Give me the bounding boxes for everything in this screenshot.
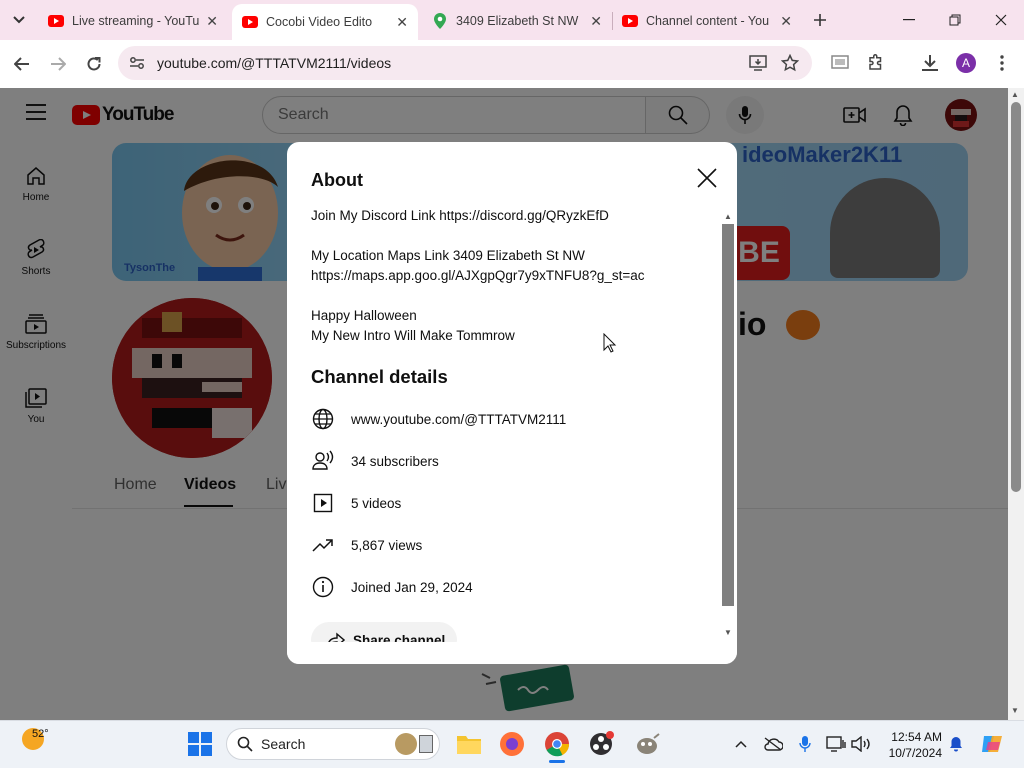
firefox-icon[interactable] [498, 730, 526, 758]
scroll-down-arrow-icon[interactable]: ▼ [1011, 706, 1019, 715]
scrollbar-thumb[interactable] [1011, 102, 1021, 492]
tab-search-button[interactable] [6, 8, 32, 32]
back-button[interactable] [8, 50, 36, 78]
description-line: My Location Maps Link 3409 Elizabeth St … [311, 248, 585, 263]
file-explorer-icon[interactable] [455, 730, 483, 758]
tab-title: 3409 Elizabeth St NW [456, 14, 579, 28]
maps-pin-icon [432, 13, 448, 29]
video-icon [311, 491, 335, 515]
close-tab-icon[interactable]: ✕ [206, 13, 218, 30]
display-network-icon[interactable] [826, 735, 846, 753]
taskbar-search[interactable]: Search [226, 728, 440, 760]
detail-row-url: www.youtube.com/@TTTATVM2111 [311, 407, 566, 431]
scroll-up-arrow-icon[interactable]: ▲ [1011, 90, 1019, 99]
close-window-button[interactable] [978, 0, 1024, 40]
profile-avatar[interactable]: A [956, 53, 976, 73]
reload-icon [87, 57, 101, 71]
dialog-scrollbar[interactable]: ▲ ▼ [721, 212, 735, 640]
chrome-icon[interactable] [543, 730, 571, 758]
detail-text: Joined Jan 29, 2024 [351, 579, 473, 595]
about-dialog: About Join My Discord Link https://disco… [287, 142, 737, 664]
description-line: Join My Discord Link https://discord.gg/… [311, 208, 609, 223]
install-app-icon[interactable] [747, 52, 769, 74]
detail-text[interactable]: www.youtube.com/@TTTATVM2111 [351, 412, 566, 427]
page-scrollbar[interactable]: ▲ ▼ [1008, 88, 1024, 720]
description-line: My New Intro Will Make Tommrow [311, 328, 515, 343]
clock-date: 10/7/2024 [888, 746, 942, 760]
forward-button[interactable] [44, 50, 72, 78]
volume-icon[interactable] [851, 735, 871, 753]
copilot-icon[interactable] [980, 732, 1004, 756]
close-tab-icon[interactable]: ✕ [396, 14, 408, 31]
close-tab-icon[interactable]: ✕ [590, 13, 602, 30]
tab-channel-content[interactable]: Channel content - You ✕ [612, 4, 802, 38]
microphone-tray-icon[interactable] [795, 735, 815, 753]
search-icon [237, 736, 253, 752]
taskbar-clock[interactable]: 12:54 AM 10/7/2024 [884, 729, 942, 761]
restore-icon [949, 14, 961, 26]
close-tab-icon[interactable]: ✕ [780, 13, 792, 30]
clock-time: 12:54 AM [891, 730, 942, 744]
scroll-up-arrow-icon[interactable]: ▲ [724, 212, 732, 221]
trending-icon [311, 533, 335, 557]
weather-temperature[interactable]: 52° [32, 728, 49, 740]
restore-button[interactable] [932, 0, 978, 40]
detail-text: 5 videos [351, 495, 402, 511]
detail-row-videos: 5 videos [311, 491, 401, 515]
tab-title: Channel content - You [646, 14, 770, 28]
dialog-title: About [311, 170, 363, 190]
close-dialog-button[interactable] [695, 166, 719, 190]
detail-row-subscribers: 34 subscribers [311, 449, 439, 473]
reload-button[interactable] [80, 50, 108, 78]
youtube-icon [622, 13, 638, 29]
youtube-icon [242, 14, 258, 30]
site-info-icon[interactable] [126, 52, 148, 74]
taskbar-search-label: Search [261, 736, 306, 752]
plus-icon [814, 14, 826, 26]
gimp-icon[interactable] [633, 730, 661, 758]
active-app-indicator [549, 760, 565, 763]
detail-row-views: 5,867 views [311, 533, 422, 557]
dialog-bottom-edge [287, 642, 737, 664]
url-text[interactable]: youtube.com/@TTTATVM2111/videos [157, 55, 391, 71]
new-tab-button[interactable] [808, 8, 832, 32]
extensions-icon[interactable] [865, 52, 887, 74]
globe-icon [311, 407, 335, 431]
subscribers-icon [311, 449, 335, 473]
obs-studio-icon[interactable] [587, 730, 615, 758]
tab-title: Cocobi Video Edito [266, 15, 373, 29]
detail-row-joined: Joined Jan 29, 2024 [311, 575, 473, 599]
tab-maps-address[interactable]: 3409 Elizabeth St NW ✕ [422, 4, 612, 38]
description-line: Happy Halloween [311, 308, 417, 323]
detail-text: 34 subscribers [351, 453, 439, 469]
cloud-offline-icon[interactable] [763, 735, 783, 753]
chevron-down-icon [13, 16, 25, 24]
notification-bell-icon[interactable] [946, 735, 966, 753]
bookmark-star-icon[interactable] [779, 52, 801, 74]
minimize-button[interactable] [886, 0, 932, 40]
show-hidden-icons-chevron-icon[interactable] [731, 735, 751, 753]
cast-icon[interactable] [829, 52, 851, 74]
search-highlight-icon [395, 733, 417, 755]
scroll-down-arrow-icon[interactable]: ▼ [724, 628, 732, 637]
forward-arrow-icon [51, 57, 66, 71]
channel-details-heading: Channel details [311, 366, 448, 387]
tab-live-streaming[interactable]: Live streaming - YouTu ✕ [38, 4, 228, 38]
mouse-cursor-icon [603, 333, 617, 353]
tab-cocobi-video-editor[interactable]: Cocobi Video Edito ✕ [232, 4, 418, 40]
tab-title: Live streaming - YouTu [72, 14, 200, 28]
close-icon [995, 14, 1007, 26]
back-arrow-icon [14, 57, 29, 71]
info-icon [311, 575, 335, 599]
more-menu-icon[interactable] [991, 52, 1013, 74]
dialog-scrollbar-thumb[interactable] [722, 224, 734, 606]
search-highlight-icon [419, 735, 433, 753]
description-link[interactable]: https://maps.app.goo.gl/AJXgpQgr7y9xTNFU… [311, 268, 645, 283]
download-icon[interactable] [919, 52, 941, 74]
start-button[interactable] [188, 732, 212, 756]
youtube-icon [48, 13, 64, 29]
close-icon [697, 168, 717, 188]
detail-text: 5,867 views [351, 537, 423, 553]
minimize-icon [903, 19, 915, 21]
